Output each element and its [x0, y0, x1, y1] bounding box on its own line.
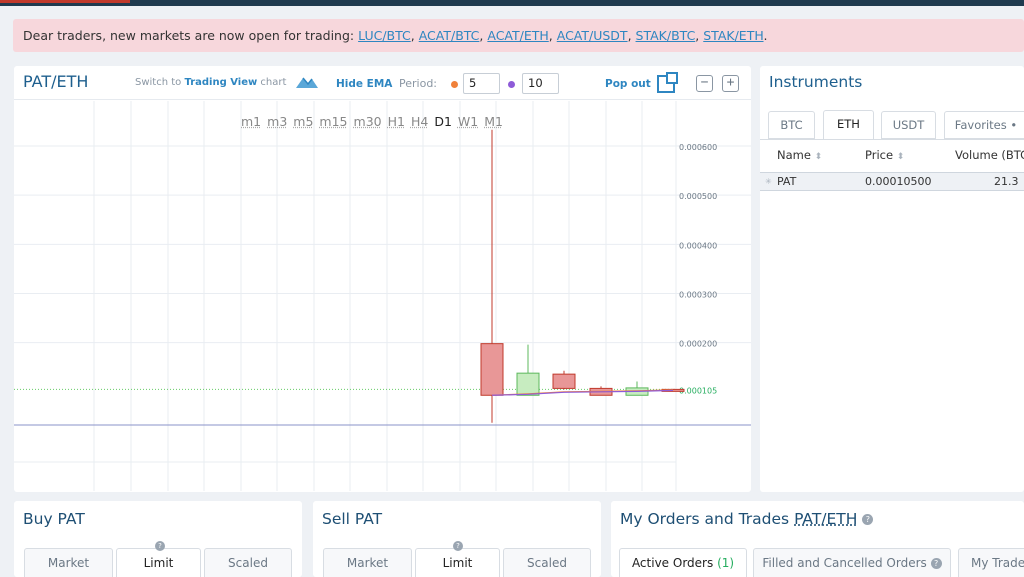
- tab-favorites[interactable]: Favorites •: [944, 111, 1024, 139]
- last-price-label: 0.000105: [679, 386, 717, 395]
- filled-cancelled-label: Filled and Cancelled Orders: [762, 556, 927, 570]
- timeframe-m3[interactable]: m3: [267, 114, 287, 129]
- instruments-panel: Instruments BTC ETH USDT Favorites • Nam…: [760, 66, 1024, 492]
- y-tick-label: 0.000500: [679, 192, 717, 201]
- orders-title-text: My Orders and Trades: [620, 510, 790, 528]
- tab-my-trades[interactable]: My Trades: [958, 548, 1024, 577]
- announcement-banner: Dear traders, new markets are now open f…: [13, 19, 1024, 52]
- chart-panel: PAT/ETH Switch to Trading View chart Hid…: [14, 66, 751, 492]
- candle-body: [516, 372, 540, 396]
- active-orders-label: Active Orders: [631, 556, 714, 570]
- pop-out-icon[interactable]: [657, 72, 678, 93]
- timeframe-w1[interactable]: W1: [458, 114, 478, 129]
- column-header-price[interactable]: Price ⬍: [865, 148, 904, 162]
- timeframe-m30[interactable]: m30: [354, 114, 382, 129]
- instruments-title: Instruments: [769, 73, 863, 91]
- instrument-name: PAT: [777, 175, 797, 188]
- zoom-out-button[interactable]: −: [696, 75, 713, 92]
- sort-icon: ⬍: [896, 152, 905, 162]
- orders-pair-link[interactable]: PAT/ETH: [794, 510, 857, 528]
- tabs-underline: [760, 139, 1024, 140]
- sort-icon: ⬍: [814, 152, 823, 162]
- tradingview-icon[interactable]: [296, 75, 318, 89]
- sell-tab-market[interactable]: Market: [323, 548, 412, 577]
- timeframe-month1[interactable]: M1: [484, 114, 503, 129]
- market-link-luc-btc[interactable]: LUC/BTC: [358, 28, 411, 43]
- top-bar-accent: [0, 0, 130, 3]
- announcement-text: Dear traders, new markets are now open f…: [23, 28, 359, 43]
- candle-body: [480, 343, 504, 396]
- help-icon[interactable]: ?: [862, 514, 874, 525]
- candlestick-chart[interactable]: 0.000600 0.000500 0.000400 0.000300 0.000200…: [14, 101, 751, 492]
- sell-tab-limit[interactable]: Limit: [415, 548, 500, 577]
- timeframe-m15[interactable]: m15: [319, 114, 347, 129]
- buy-panel: Buy PAT Market Limit ? Scaled: [14, 501, 302, 577]
- hide-ema-button[interactable]: Hide EMA: [336, 78, 392, 90]
- instrument-volume: 21.3: [994, 175, 1019, 188]
- y-tick-label: 0.000400: [679, 241, 717, 250]
- timeframe-h4[interactable]: H4: [411, 114, 428, 129]
- chart-header: PAT/ETH Switch to Trading View chart Hid…: [14, 66, 751, 100]
- buy-tab-limit[interactable]: Limit: [116, 548, 201, 577]
- column-header-volume[interactable]: Volume (BTC: [955, 148, 1024, 162]
- buy-tab-market[interactable]: Market: [24, 548, 113, 577]
- buy-title: Buy PAT: [23, 510, 85, 528]
- switch-suffix: chart: [260, 77, 287, 88]
- sell-tab-scaled[interactable]: Scaled: [503, 548, 591, 577]
- sell-title: Sell PAT: [322, 510, 383, 528]
- market-link-acat-eth[interactable]: ACAT/ETH: [487, 28, 548, 43]
- switch-brand: Trading View: [184, 77, 258, 88]
- market-link-acat-usdt[interactable]: ACAT/USDT: [557, 28, 628, 43]
- help-icon[interactable]: ?: [930, 558, 942, 569]
- chart-pair-title: PAT/ETH: [23, 72, 89, 91]
- instrument-price: 0.00010500: [865, 175, 932, 188]
- top-bar: [0, 0, 1024, 6]
- ema-10-color-dot: [508, 81, 515, 88]
- period-1-input[interactable]: 5: [463, 73, 500, 94]
- tab-eth[interactable]: ETH: [823, 110, 874, 140]
- timeframe-m1[interactable]: m1: [241, 114, 261, 129]
- orders-panel: My Orders and Trades PAT/ETH ? Active Or…: [611, 501, 1024, 577]
- active-orders-count: (1): [717, 556, 735, 570]
- market-link-stak-btc[interactable]: STAK/BTC: [636, 28, 696, 43]
- timeframe-m5[interactable]: m5: [293, 114, 313, 129]
- switch-prefix: Switch to: [135, 77, 182, 88]
- candle-body: [552, 373, 576, 389]
- ema-5-color-dot: [451, 81, 458, 88]
- timeframe-d1[interactable]: D1: [434, 114, 452, 129]
- period-label: Period:: [399, 77, 438, 90]
- y-tick-label: 0.000200: [679, 340, 717, 349]
- switch-tradingview-link[interactable]: Switch to Trading View chart: [135, 77, 286, 88]
- market-link-stak-eth[interactable]: STAK/ETH: [703, 28, 763, 43]
- pop-out-button[interactable]: Pop out: [605, 78, 651, 90]
- sell-panel: Sell PAT Market Limit ? Scaled: [313, 501, 601, 577]
- help-icon[interactable]: ?: [453, 541, 463, 551]
- period-2-input[interactable]: 10: [522, 73, 559, 94]
- tab-usdt[interactable]: USDT: [881, 111, 936, 139]
- y-tick-label: 0.000300: [679, 291, 717, 300]
- instrument-row[interactable]: ✳ PAT 0.00010500 21.3: [760, 172, 1024, 191]
- zoom-in-button[interactable]: +: [722, 75, 739, 92]
- tab-btc[interactable]: BTC: [768, 111, 815, 139]
- timeframe-h1[interactable]: H1: [388, 114, 405, 129]
- timeframe-selector: m1 m3 m5 m15 m30 H1 H4 D1 W1 M1: [241, 114, 509, 129]
- tab-active-orders[interactable]: Active Orders (1): [619, 548, 747, 577]
- y-tick-label: 0.000600: [679, 143, 717, 152]
- tab-filled-cancelled-orders[interactable]: Filled and Cancelled Orders ?: [753, 548, 951, 577]
- column-price-label: Price: [865, 148, 894, 162]
- market-link-acat-btc[interactable]: ACAT/BTC: [419, 28, 480, 43]
- column-name-label: Name: [777, 148, 811, 162]
- column-header-name[interactable]: Name ⬍: [777, 148, 822, 162]
- buy-tab-scaled[interactable]: Scaled: [204, 548, 292, 577]
- announcement-end: .: [763, 28, 768, 43]
- help-icon[interactable]: ?: [155, 541, 165, 551]
- favorite-star-icon[interactable]: ✳: [765, 173, 772, 190]
- orders-title: My Orders and Trades PAT/ETH ?: [620, 510, 874, 528]
